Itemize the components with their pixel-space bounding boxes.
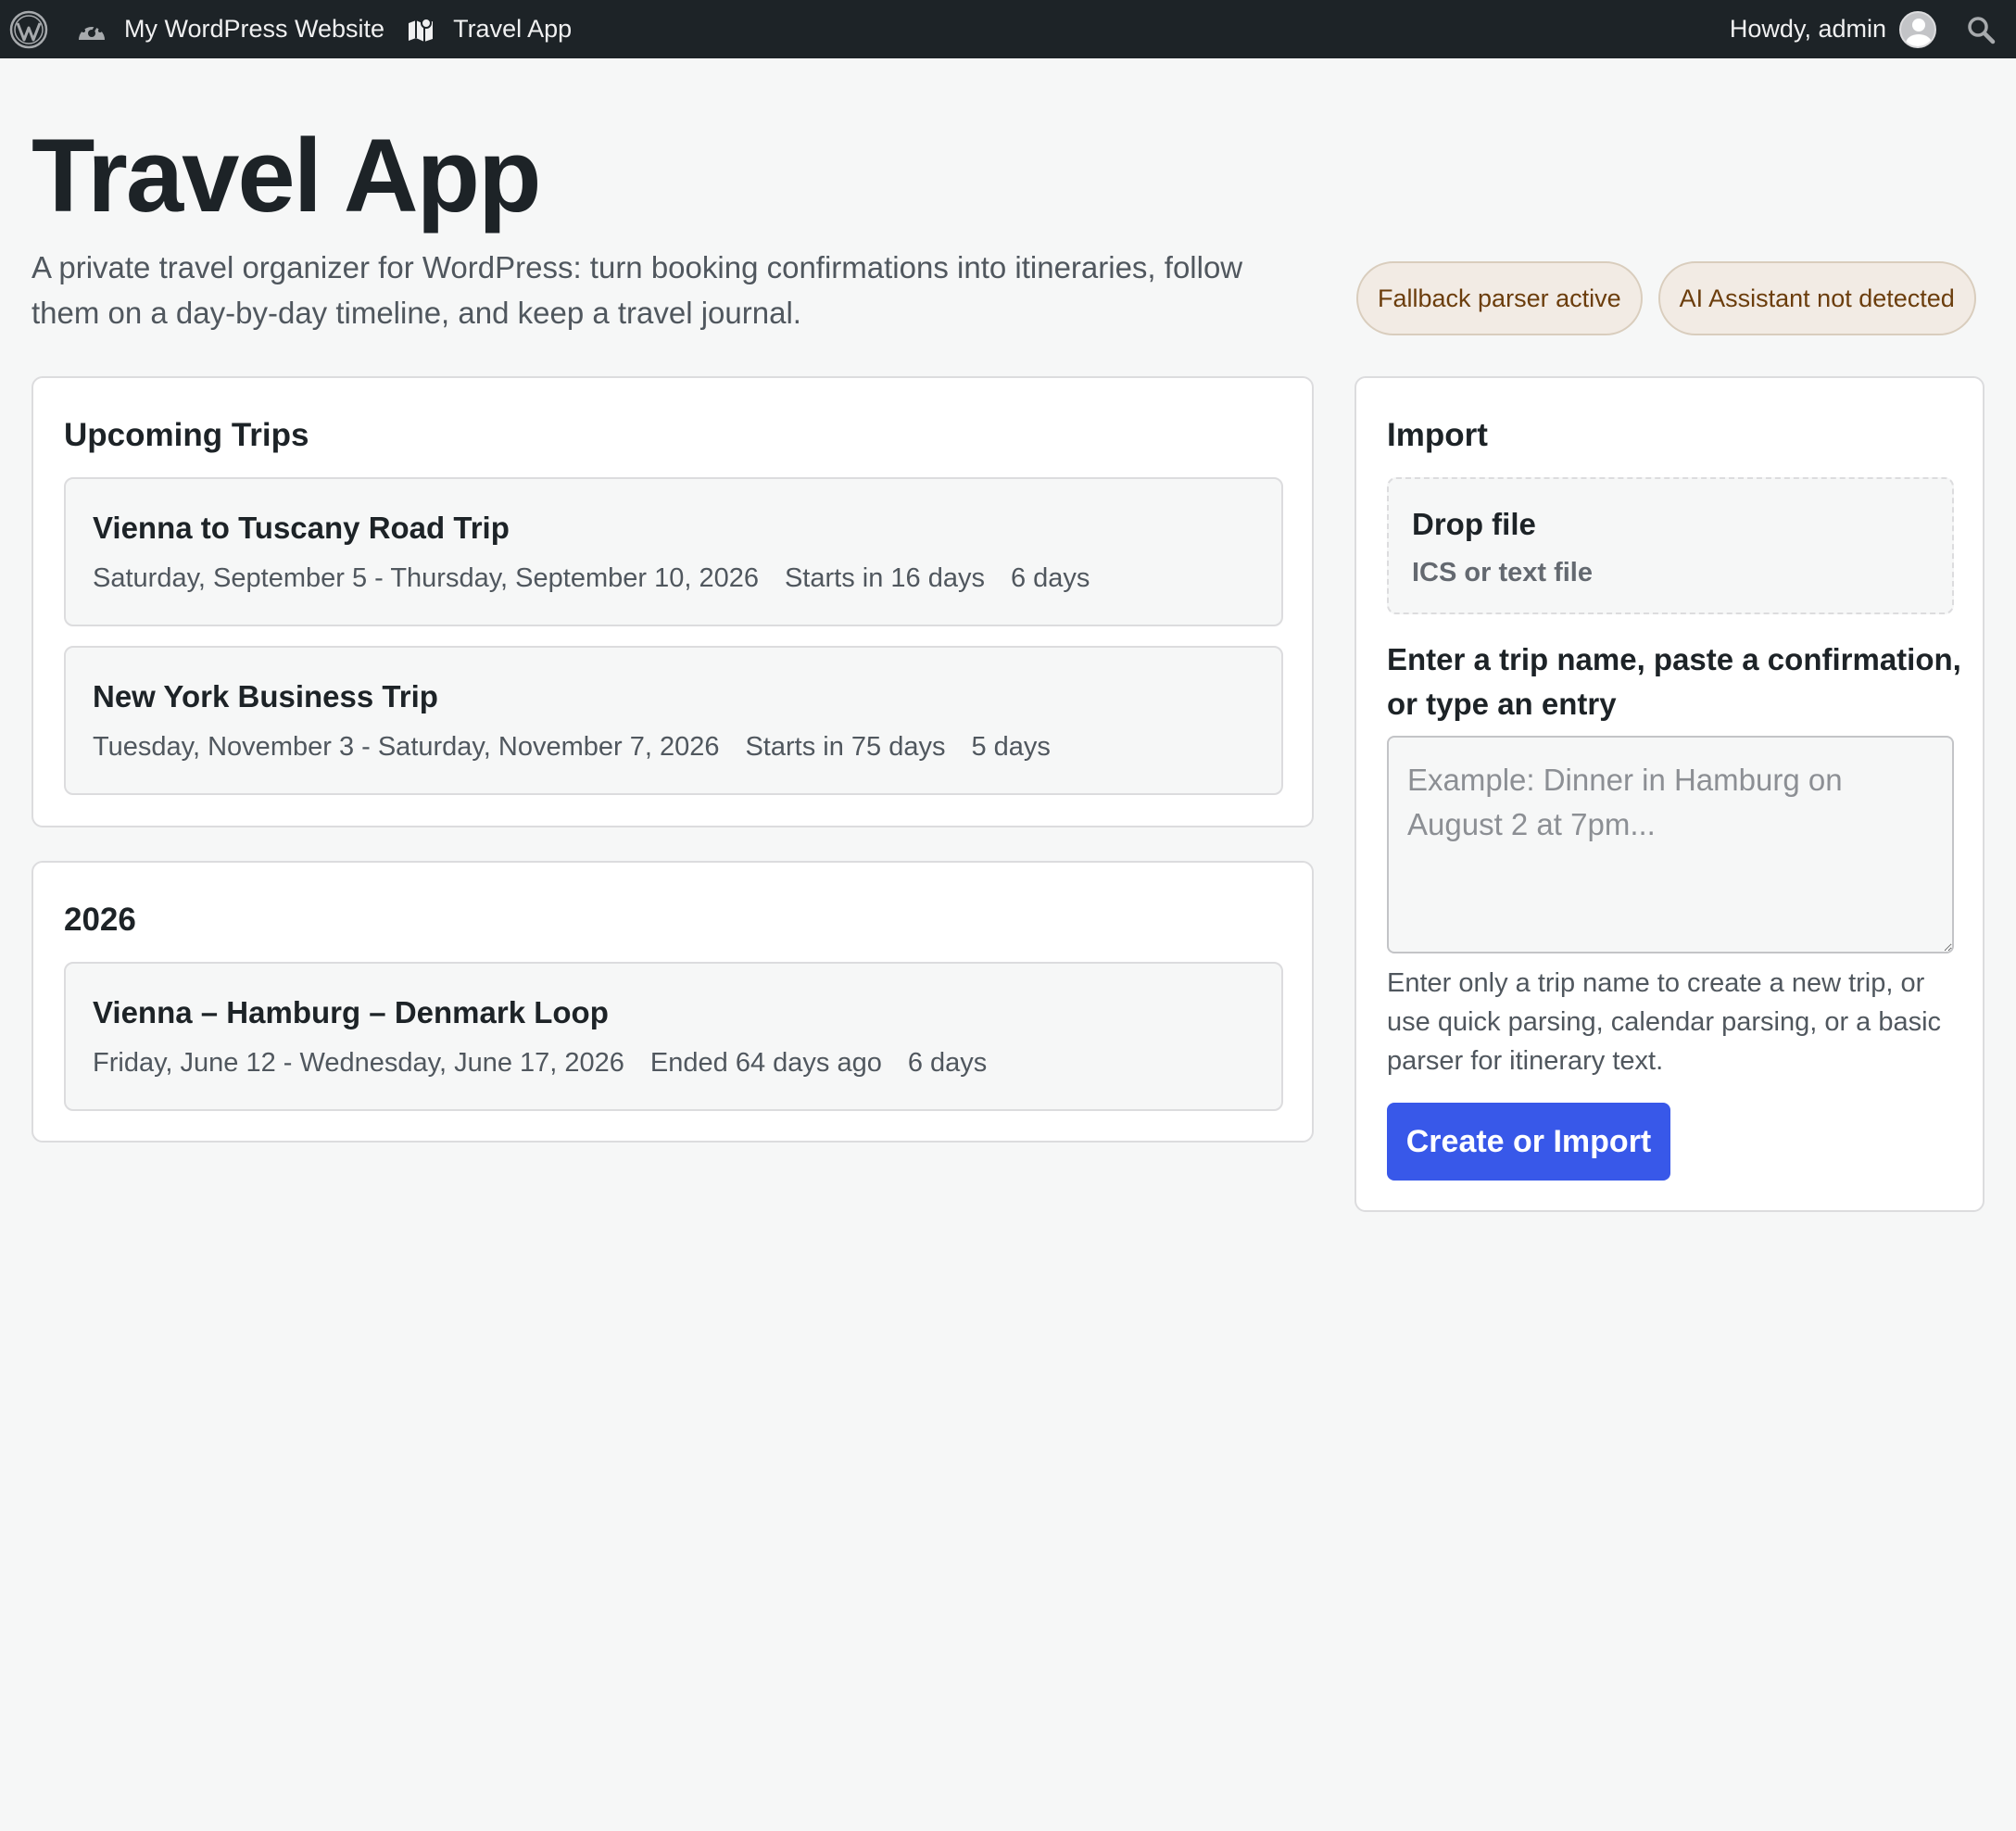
file-dropzone[interactable]: Drop file ICS or text file — [1387, 477, 1954, 614]
import-card: Import Drop file ICS or text file Enter … — [1354, 376, 1984, 1212]
trip-item[interactable]: Vienna to Tuscany Road Trip Saturday, Se… — [64, 477, 1283, 626]
trip-item[interactable]: Vienna – Hamburg – Denmark Loop Friday, … — [64, 962, 1283, 1111]
trip-meta: Tuesday, November 3 - Saturday, November… — [93, 732, 1051, 763]
page-title: Travel App — [32, 118, 541, 234]
upcoming-trips-card: Upcoming Trips Vienna to Tuscany Road Tr… — [32, 376, 1314, 827]
status-badges: Fallback parser active AI Assistant not … — [1356, 261, 1976, 335]
import-heading: Import — [1387, 417, 1488, 453]
site-name-label: My WordPress Website — [124, 15, 385, 43]
admin-bar: My WordPress Website Travel App Howdy, a… — [0, 0, 2016, 58]
site-name-menu[interactable]: My WordPress Website — [63, 0, 407, 58]
trip-meta: Friday, June 12 - Wednesday, June 17, 20… — [93, 1048, 987, 1079]
create-or-import-button[interactable]: Create or Import — [1387, 1103, 1670, 1181]
trip-duration: 5 days — [971, 732, 1051, 762]
account-menu[interactable]: Howdy, admin — [1730, 0, 1899, 58]
trip-duration: 6 days — [907, 1048, 988, 1078]
trip-dates: Saturday, September 5 - Thursday, Septem… — [93, 563, 759, 593]
wordpress-logo-icon — [9, 10, 48, 48]
import-textarea[interactable] — [1387, 736, 1954, 953]
trip-dates: Friday, June 12 - Wednesday, June 17, 20… — [93, 1048, 624, 1078]
trip-dates: Tuesday, November 3 - Saturday, November… — [93, 732, 720, 762]
intro-text: A private travel organizer for WordPress… — [32, 250, 1243, 330]
import-help-text: Enter only a trip name to create a new t… — [1387, 968, 1942, 1076]
map-icon — [409, 17, 434, 42]
upcoming-trips-heading: Upcoming Trips — [64, 417, 309, 453]
ai-assistant-badge: AI Assistant not detected — [1657, 261, 1976, 335]
trip-name: Vienna to Tuscany Road Trip — [93, 511, 510, 545]
trip-name: New York Business Trip — [93, 679, 438, 713]
year-2026-card: 2026 Vienna – Hamburg – Denmark Loop Fri… — [32, 861, 1314, 1143]
trip-status: Ended 64 days ago — [649, 1048, 882, 1078]
wordpress-logo-menu[interactable] — [0, 0, 63, 58]
dropzone-title: Drop file — [1412, 507, 1536, 541]
import-field-label: Enter a trip name, paste a confirmation,… — [1387, 642, 1961, 721]
search-button[interactable] — [1966, 0, 2016, 58]
greeting-label: Howdy, admin — [1729, 15, 1886, 43]
trip-status: Starts in 16 days — [784, 563, 985, 593]
dashboard-icon — [79, 21, 105, 40]
travel-app-menu[interactable]: Travel App — [407, 0, 572, 58]
year-heading: 2026 — [64, 902, 136, 938]
trip-item[interactable]: New York Business Trip Tuesday, November… — [64, 646, 1283, 795]
trip-status: Starts in 75 days — [745, 732, 946, 762]
search-icon — [1968, 16, 1996, 44]
fallback-parser-badge: Fallback parser active — [1356, 261, 1643, 335]
trip-name: Vienna – Hamburg – Denmark Loop — [93, 995, 609, 1029]
travel-app-label: Travel App — [453, 15, 573, 43]
avatar[interactable] — [1899, 10, 1936, 48]
trip-duration: 6 days — [1010, 563, 1090, 593]
trip-meta: Saturday, September 5 - Thursday, Septem… — [93, 563, 1090, 594]
dropzone-subtitle: ICS or text file — [1412, 558, 1593, 587]
